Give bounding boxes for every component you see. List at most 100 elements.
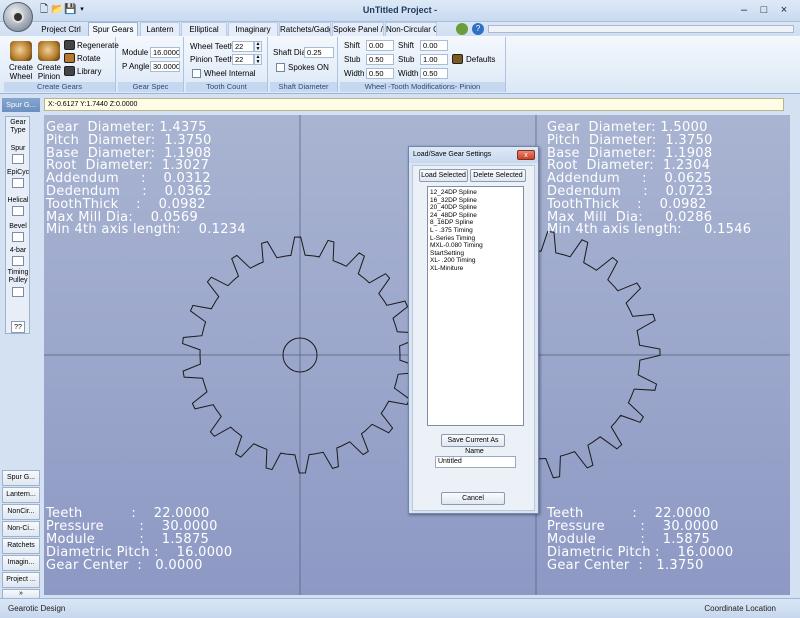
list-item[interactable]: L-Series Timing — [430, 235, 521, 243]
module-input[interactable]: 16.0000 — [150, 47, 180, 58]
defaults-button[interactable]: Defaults — [466, 54, 495, 65]
cancel-button[interactable]: Cancel — [441, 492, 505, 505]
list-item[interactable]: 8_16DP Spline — [430, 219, 521, 227]
list-item[interactable]: L - .375 Timing — [430, 227, 521, 235]
tab-lantern[interactable]: Lantern — [140, 22, 180, 36]
gear-type-epicyc-label: EpiCyc — [7, 169, 30, 176]
list-item[interactable]: 12_24DP Spline — [430, 189, 521, 197]
nav-ratchets[interactable]: Ratchets — [2, 538, 40, 554]
wheel-shift-label: Shift — [344, 41, 361, 50]
gear-logo-icon — [12, 11, 24, 23]
nav-imaginary[interactable]: Imagin... — [2, 555, 40, 571]
bevel-gear-icon[interactable] — [12, 232, 24, 242]
title-bar: 🗋 📂 💾 ▾ UnTitled Project - – □ × — [0, 0, 800, 22]
dialog-body: Load Selected Delete Selected 12_24DP Sp… — [412, 165, 535, 511]
list-item[interactable]: 24_48DP Spline — [430, 212, 521, 220]
group-label-shaft-diameter: Shaft Diameter — [270, 82, 337, 92]
p-angle-input[interactable]: 30.0000 — [150, 61, 180, 72]
group-label-tooth-count: Tooth Count — [186, 82, 267, 92]
maximize-button[interactable]: □ — [756, 3, 772, 17]
save-current-as-button[interactable]: Save Current As — [441, 434, 505, 447]
pinion-shift-input[interactable]: 0.00 — [420, 40, 448, 51]
left-tool-column: Spur G... Gear Type Spur EpiCyc Helical … — [0, 94, 42, 599]
list-item[interactable]: XL-Miniture — [430, 265, 521, 273]
wheel-shift-input[interactable]: 0.00 — [366, 40, 394, 51]
load-save-gear-settings-dialog: Load/Save Gear Settings x Load Selected … — [408, 146, 539, 514]
wheel-info-line: Pitch Diameter: 1.3750 — [46, 132, 212, 148]
tab-imaginary[interactable]: Imaginary — [228, 22, 278, 36]
list-item[interactable]: 20_40DP Spline — [430, 204, 521, 212]
tab-spoke-panel[interactable]: Spoke Panel / — [332, 22, 384, 36]
side-panel-button[interactable]: Spur G... — [2, 98, 40, 112]
regenerate-icon — [64, 40, 75, 50]
create-wheel-button[interactable]: Create Wheel — [8, 63, 34, 81]
wheel-teeth-input[interactable]: 22 — [232, 41, 254, 52]
delete-selected-button[interactable]: Delete Selected — [470, 169, 526, 182]
gear-type-helical-label: Helical — [7, 197, 29, 204]
four-bar-icon[interactable] — [12, 256, 24, 266]
rotate-button[interactable]: Rotate — [77, 53, 101, 64]
wheel-teeth-spinner[interactable]: ▲ ▼ — [254, 41, 262, 52]
load-selected-button[interactable]: Load Selected — [419, 169, 468, 182]
style-icon[interactable] — [456, 23, 468, 35]
tab-elliptical[interactable]: Elliptical — [181, 22, 227, 36]
close-button[interactable]: × — [776, 3, 792, 17]
helical-gear-icon[interactable] — [12, 206, 24, 216]
list-item[interactable]: MXL-0.080 Timing — [430, 242, 521, 250]
module-label: Module — [122, 48, 149, 57]
gear-type-4bar-label: 4-bar — [9, 247, 27, 254]
list-item[interactable]: StartSetting — [430, 250, 521, 258]
tab-non-circular[interactable]: Non-Circular Ge — [385, 22, 437, 36]
nav-lantern[interactable]: Lantern... — [2, 487, 40, 503]
list-item[interactable]: XL- .200 Timing — [430, 257, 521, 265]
nav-noncircular-2[interactable]: Non-Ci... — [2, 521, 40, 537]
shaft-dia-label: Shaft Dia. — [273, 48, 309, 57]
pinion-stub-input[interactable]: 1.00 — [420, 54, 448, 65]
regenerate-button[interactable]: Regenerate — [77, 40, 119, 51]
wheel-internal-checkbox[interactable] — [192, 69, 201, 78]
wheel-internal-label: Wheel Internal — [204, 69, 256, 78]
timing-pulley-icon[interactable] — [12, 287, 24, 297]
minimize-button[interactable]: – — [736, 3, 752, 17]
wheel-param-line: Gear Center : 0.0000 — [46, 558, 203, 573]
spur-gear-icon[interactable] — [12, 154, 24, 164]
name-input[interactable]: Untitled — [435, 456, 516, 468]
group-tooth-modifications: Shift 0.00 Stub 0.50 Width 0.50 Shift 0.… — [340, 37, 506, 92]
gear-settings-list[interactable]: 12_24DP Spline 16_32DP Spline 20_40DP Spli… — [427, 186, 524, 426]
window-title: UnTitled Project - — [362, 5, 438, 15]
nav-noncircular-1[interactable]: NonCir... — [2, 504, 40, 520]
pinion-teeth-spinner[interactable]: ▲ ▼ — [254, 54, 262, 65]
pinion-gear-icon — [38, 41, 60, 61]
list-item[interactable]: 16_32DP Spline — [430, 197, 521, 205]
help-button[interactable]: ?? — [11, 321, 25, 333]
application-menu-button[interactable] — [3, 2, 33, 32]
dialog-close-button[interactable]: x — [517, 150, 535, 160]
group-label-tooth-modifications: Wheel -Tooth Modifications- Pinion — [340, 82, 505, 92]
shaft-dia-input[interactable]: 0.25 — [304, 47, 334, 58]
tab-spur-gears[interactable]: Spur Gears — [88, 22, 138, 36]
tab-ratchets[interactable]: Ratchets/Gadg — [279, 22, 331, 36]
group-create-gears: Create Wheel Create Pinion Regenerate Ro… — [4, 37, 119, 92]
gear-type-label: Gear Type — [10, 119, 26, 134]
rotate-icon — [64, 53, 75, 63]
spokes-on-checkbox[interactable] — [276, 63, 285, 72]
pinion-info-line: Pitch Diameter: 1.3750 — [547, 132, 713, 148]
nav-spur-gears[interactable]: Spur G... — [2, 470, 40, 486]
pinion-width-label: Width — [398, 69, 419, 78]
help-icon[interactable]: ? — [472, 23, 484, 35]
tab-project-ctrl[interactable]: Project Ctrl — [36, 22, 86, 36]
pinion-width-input[interactable]: 0.50 — [420, 68, 448, 79]
pinion-teeth-input[interactable]: 22 — [232, 54, 254, 65]
pinion-stub-label: Stub — [398, 55, 415, 64]
wheel-stub-input[interactable]: 0.50 — [366, 54, 394, 65]
nav-project[interactable]: Project ... — [2, 572, 40, 588]
library-button[interactable]: Library — [77, 66, 101, 77]
epicyclic-gear-icon[interactable] — [12, 178, 24, 188]
group-label-create-gears: Create Gears — [4, 82, 115, 92]
spokes-on-label: Spokes ON — [288, 63, 329, 72]
create-pinion-button[interactable]: Create Pinion — [36, 63, 62, 81]
gear-type-panel: Gear Type Spur EpiCyc Helical Bevel 4-ba… — [5, 116, 30, 334]
wheel-width-input[interactable]: 0.50 — [366, 68, 394, 79]
coordinate-readout: X:-0.6127 Y:1.7440 Z:0.0000 — [44, 98, 784, 111]
gear-type-spur-label: Spur — [10, 145, 26, 152]
